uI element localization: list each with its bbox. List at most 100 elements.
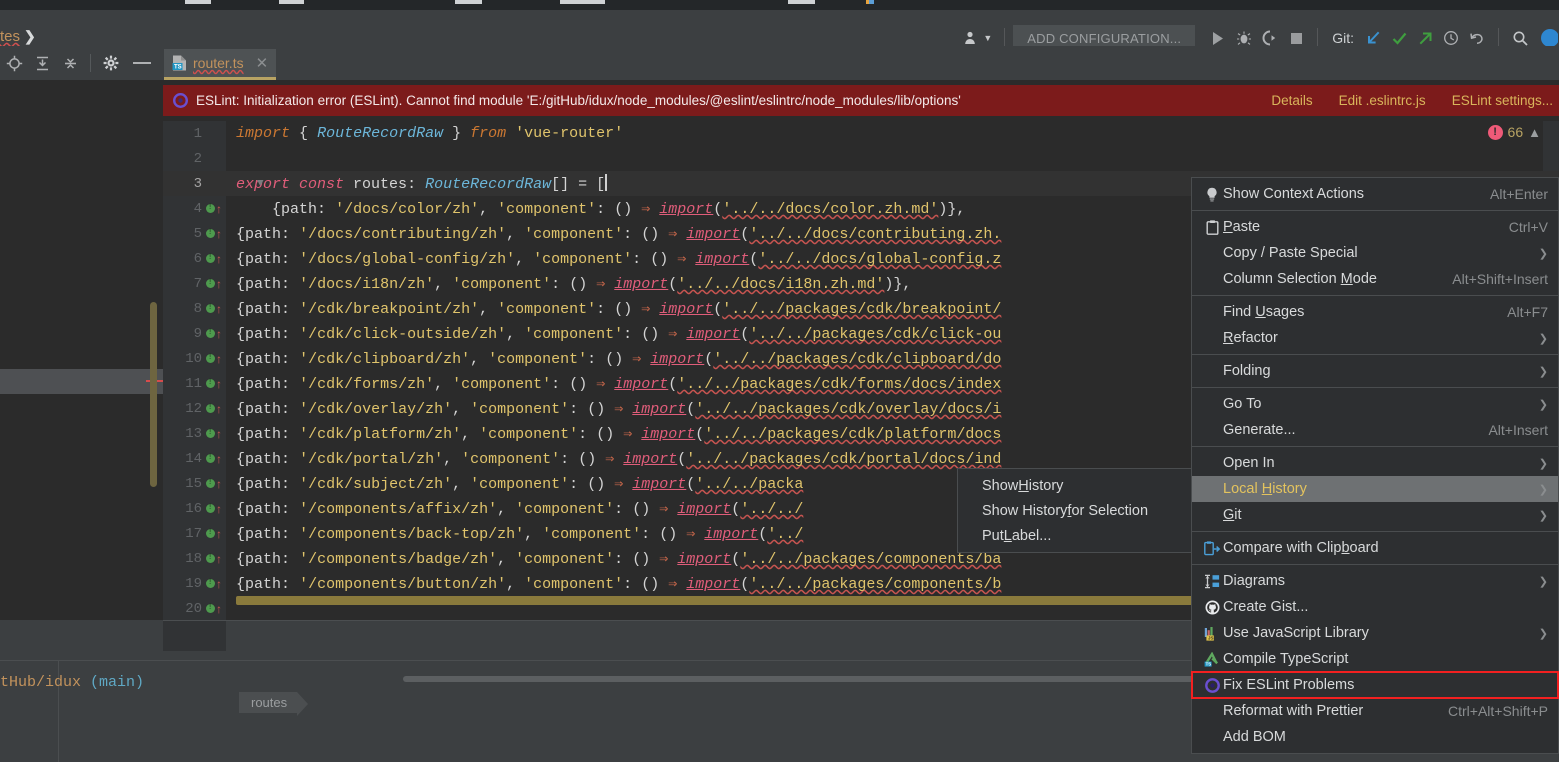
context-menu-item-git[interactable]: Git ❯ — [1192, 502, 1558, 528]
gutter-icons[interactable]: ↑ — [206, 277, 226, 290]
code-text[interactable]: {path: '/components/affix/zh', 'componen… — [226, 499, 803, 518]
local-history-submenu[interactable]: Show History Show History f or Selection Pu… — [957, 468, 1192, 553]
context-menu-item-reformat-with-prettier[interactable]: Reformat with Prettier Ctrl+Alt+Shift+P — [1192, 698, 1558, 724]
gutter-icons[interactable]: ↑ — [206, 377, 226, 390]
inspection-bulb-icon[interactable] — [206, 477, 215, 488]
vcs-change-arrow-icon[interactable]: ↑ — [216, 578, 222, 590]
context-menu-item-find-usages[interactable]: Find Usages Alt+F7 — [1192, 299, 1558, 325]
gutter-icons[interactable]: ↑ — [206, 302, 226, 315]
code-text[interactable]: {path: '/docs/contributing/zh', 'compone… — [226, 224, 1001, 243]
context-menu-item-column-selection-mode[interactable]: Column Selection Mode Alt+Shift+Insert — [1192, 266, 1558, 292]
minimize-icon[interactable] — [125, 49, 159, 77]
inspection-bulb-icon[interactable] — [206, 277, 215, 288]
submenu-item[interactable]: Put Label... — [958, 523, 1191, 548]
code-text[interactable]: export const routes: RouteRecordRaw[] = … — [226, 174, 608, 193]
context-menu-item-add-bom[interactable]: Add BOM — [1192, 724, 1558, 750]
gear-icon[interactable] — [97, 49, 125, 77]
vcs-change-arrow-icon[interactable]: ↑ — [216, 478, 222, 490]
code-line[interactable]: 2 — [163, 146, 1559, 171]
inspection-bulb-icon[interactable] — [206, 527, 215, 538]
code-text[interactable]: import { RouteRecordRaw } from 'vue-rout… — [226, 125, 623, 142]
context-menu-item-show-context-actions[interactable]: Show Context Actions Alt+Enter — [1192, 181, 1558, 207]
code-text[interactable]: {path: '/cdk/platform/zh', 'component': … — [226, 424, 1001, 443]
gutter-icons[interactable]: ↑ — [206, 252, 226, 265]
eslint-settings-link[interactable]: ESLint settings... — [1452, 93, 1553, 108]
gutter-icons[interactable]: ↑ — [206, 227, 226, 240]
vcs-change-arrow-icon[interactable]: ↑ — [216, 328, 222, 340]
context-menu-item-compare-with-clipboard[interactable]: Compare with Clipboard — [1192, 535, 1558, 561]
code-text[interactable]: {path: '/docs/global-config/zh', 'compon… — [226, 249, 1001, 268]
code-line[interactable]: 1 import { RouteRecordRaw } from 'vue-rou… — [163, 121, 1559, 146]
vcs-change-arrow-icon[interactable]: ↑ — [216, 228, 222, 240]
vcs-change-arrow-icon[interactable]: ↑ — [216, 353, 222, 365]
code-text[interactable]: {path: '/cdk/overlay/zh', 'component': (… — [226, 399, 1001, 418]
close-icon[interactable]: ✕ — [256, 54, 269, 72]
context-menu-item-fix-eslint-problems[interactable]: Fix ESLint Problems — [1191, 671, 1559, 699]
context-menu-item-paste[interactable]: Paste Ctrl+V — [1192, 214, 1558, 240]
gutter-icons[interactable]: ↑ — [206, 427, 226, 440]
expand-all-icon[interactable] — [28, 49, 56, 77]
code-text[interactable]: {path: '/cdk/portal/zh', 'component': ()… — [226, 449, 1001, 468]
project-panel[interactable] — [0, 80, 164, 620]
code-text[interactable]: {path: '/cdk/click-outside/zh', 'compone… — [226, 324, 1001, 343]
context-menu-item-refactor[interactable]: Refactor ❯ — [1192, 325, 1558, 351]
submenu-item[interactable]: Show History f or Selection — [958, 498, 1191, 523]
gutter-icons[interactable]: ↑ — [206, 402, 226, 415]
context-menu-item-diagrams[interactable]: Diagrams ❯ — [1192, 568, 1558, 594]
breadcrumb[interactable]: tes ❯ — [0, 28, 36, 45]
inspection-bulb-icon[interactable] — [206, 552, 215, 563]
gutter-icons[interactable]: ↑ — [206, 477, 226, 490]
tab-router-ts[interactable]: TS router.ts ✕ — [164, 49, 277, 80]
code-text[interactable]: {path: '/components/badge/zh', 'componen… — [226, 549, 1001, 568]
vcs-change-arrow-icon[interactable]: ↑ — [216, 553, 222, 565]
project-selected-row[interactable] — [0, 369, 163, 394]
context-menu-item-copy-paste-special[interactable]: Copy / Paste Special ❯ — [1192, 240, 1558, 266]
collapse-all-icon[interactable] — [56, 49, 84, 77]
locate-target-icon[interactable] — [0, 49, 28, 77]
context-menu-item-go-to[interactable]: Go To ❯ — [1192, 391, 1558, 417]
gutter-icons[interactable]: ↑ — [206, 452, 226, 465]
details-link[interactable]: Details — [1271, 93, 1312, 108]
gutter-icons[interactable]: ↑ — [206, 602, 226, 615]
code-text[interactable]: {path: '/components/button/zh', 'compone… — [226, 574, 1001, 593]
vcs-change-arrow-icon[interactable]: ↑ — [216, 603, 222, 615]
code-text[interactable]: {path: '/docs/color/zh', 'component': ()… — [226, 199, 965, 218]
inspection-bulb-icon[interactable] — [206, 327, 215, 338]
gutter-icons[interactable]: ↑ — [206, 327, 226, 340]
code-text[interactable]: {path: '/cdk/clipboard/zh', 'component':… — [226, 349, 1001, 368]
submenu-item[interactable]: Show History — [958, 473, 1191, 498]
vcs-change-arrow-icon[interactable]: ↑ — [216, 453, 222, 465]
inspection-bulb-icon[interactable] — [206, 377, 215, 388]
gutter-icons[interactable]: ↑ — [206, 527, 226, 540]
context-menu-item-generate[interactable]: Generate... Alt+Insert — [1192, 417, 1558, 443]
inspection-bulb-icon[interactable] — [206, 502, 215, 513]
breadcrumb-routes[interactable]: routes — [239, 691, 309, 716]
inspection-bulb-icon[interactable] — [206, 452, 215, 463]
context-menu-item-use-javascript-library[interactable]: JS Use JavaScript Library ❯ — [1192, 620, 1558, 646]
context-menu-item-local-history[interactable]: Local History ❯ — [1192, 476, 1558, 502]
gutter-icons[interactable]: ↑ — [206, 202, 226, 215]
fold-collapse-icon[interactable]: ▼ — [257, 178, 264, 190]
vcs-change-arrow-icon[interactable]: ↑ — [216, 403, 222, 415]
edit-eslintrc-link[interactable]: Edit .eslintrc.js — [1339, 93, 1426, 108]
vcs-change-arrow-icon[interactable]: ↑ — [216, 253, 222, 265]
code-text[interactable]: {path: '/docs/i18n/zh', 'component': () … — [226, 274, 911, 293]
inspection-bulb-icon[interactable] — [206, 227, 215, 238]
vcs-change-arrow-icon[interactable]: ↑ — [216, 528, 222, 540]
context-menu-item-compile-typescript[interactable]: TS Compile TypeScript — [1192, 646, 1558, 672]
context-menu-item-create-gist[interactable]: Create Gist... — [1192, 594, 1558, 620]
context-menu-item-open-in[interactable]: Open In ❯ — [1192, 450, 1558, 476]
code-text[interactable]: {path: '/cdk/breakpoint/zh', 'component'… — [226, 299, 1001, 318]
inspection-bulb-icon[interactable] — [206, 602, 215, 613]
vcs-change-arrow-icon[interactable]: ↑ — [216, 503, 222, 515]
context-menu-item-folding[interactable]: Folding ❯ — [1192, 358, 1558, 384]
gutter-icons[interactable]: ↑ — [206, 577, 226, 590]
editor-context-menu[interactable]: Show Context Actions Alt+Enter Paste Ctrl+V… — [1191, 177, 1559, 754]
gutter-icons[interactable]: ↑ — [206, 552, 226, 565]
code-text[interactable]: {path: '/cdk/forms/zh', 'component': () … — [226, 374, 1001, 393]
inspection-bulb-icon[interactable] — [206, 577, 215, 588]
inspection-bulb-icon[interactable] — [206, 427, 215, 438]
inspection-bulb-icon[interactable] — [206, 302, 215, 313]
vcs-change-arrow-icon[interactable]: ↑ — [216, 303, 222, 315]
gutter-icons[interactable]: ↑ — [206, 352, 226, 365]
